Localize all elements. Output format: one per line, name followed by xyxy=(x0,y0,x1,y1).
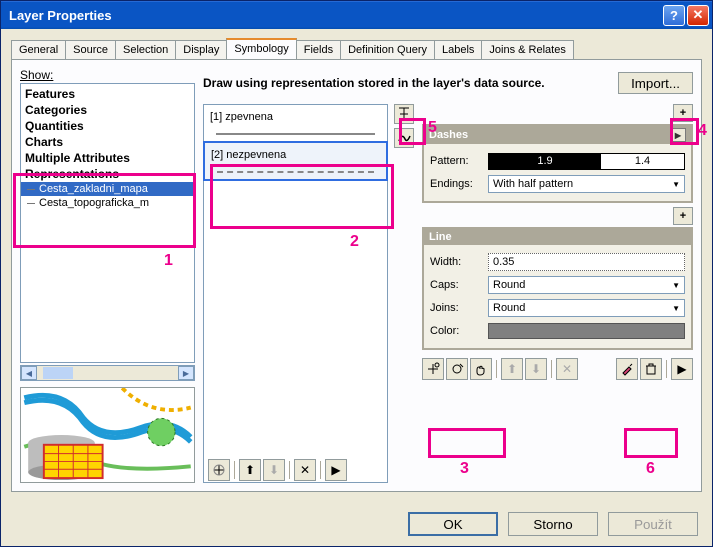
callout-6: 6 xyxy=(646,460,655,478)
joins-select[interactable]: Round xyxy=(488,299,685,317)
next-icon[interactable]: ▶ xyxy=(671,358,693,380)
rule-id-0: [1] xyxy=(210,111,222,123)
width-input[interactable]: 0.35 xyxy=(488,253,685,271)
caps-value: Round xyxy=(493,279,525,291)
right-area: Draw using representation stored in the … xyxy=(203,68,693,483)
add-effect-icon[interactable] xyxy=(422,358,444,380)
preview-thumbnail xyxy=(20,387,195,483)
tab-panel: Show: Features Categories Quantities Cha… xyxy=(11,59,702,492)
show-label: Show: xyxy=(20,68,195,82)
trash-icon[interactable] xyxy=(640,358,662,380)
show-scrollbar[interactable]: ◀ ▶ xyxy=(20,365,195,381)
rule-item-1[interactable]: [2] nezpevnena xyxy=(203,141,388,181)
properties-pane: + Dashes ▶ Pattern: xyxy=(422,104,693,483)
rule-next-icon[interactable]: ▶ xyxy=(325,459,347,481)
show-column: Show: Features Categories Quantities Cha… xyxy=(20,68,195,483)
marker-tool-icon[interactable] xyxy=(394,128,414,148)
content-area: General Source Selection Display Symbolo… xyxy=(1,29,712,502)
tab-selection[interactable]: Selection xyxy=(115,40,176,59)
delete-icon[interactable]: ✕ xyxy=(556,358,578,380)
rule-up-icon[interactable]: ⬆ xyxy=(239,459,261,481)
rule-item-0[interactable]: [1] zpevnena xyxy=(204,105,387,142)
ok-button[interactable]: OK xyxy=(408,512,498,536)
tab-general[interactable]: General xyxy=(11,40,66,59)
show-cat-charts[interactable]: Charts xyxy=(21,134,194,150)
rule-down-icon[interactable]: ⬇ xyxy=(263,459,285,481)
rules-toolbar: ⬆ ⬇ ✕ ▶ xyxy=(208,457,398,483)
rule-delete-icon[interactable]: ✕ xyxy=(294,459,316,481)
joins-value: Round xyxy=(493,302,525,314)
endings-select[interactable]: With half pattern xyxy=(488,175,685,193)
dashes-collapse-icon[interactable]: ▶ xyxy=(670,128,686,142)
stroke-tool-icon[interactable] xyxy=(394,104,414,124)
pattern-label: Pattern: xyxy=(430,155,482,167)
joins-label: Joins: xyxy=(430,302,482,314)
tab-labels[interactable]: Labels xyxy=(434,40,482,59)
pattern-light[interactable]: 1.4 xyxy=(601,154,684,169)
move-up-icon[interactable]: ⬆ xyxy=(501,358,523,380)
add-line-button[interactable]: + xyxy=(673,207,693,225)
rule-preview-0 xyxy=(216,133,375,135)
dialog-buttons: OK Storno Použít xyxy=(1,502,712,546)
add-shape-icon[interactable] xyxy=(446,358,468,380)
pattern-input[interactable]: 1.9 1.4 xyxy=(488,153,685,170)
window-title: Layer Properties xyxy=(9,8,661,23)
show-cat-quantities[interactable]: Quantities xyxy=(21,118,194,134)
close-button[interactable]: ✕ xyxy=(687,5,709,26)
help-button[interactable]: ? xyxy=(663,5,685,26)
rule-name-1: nezpevnena xyxy=(226,149,286,161)
show-cat-representations[interactable]: Representations xyxy=(21,166,194,182)
tab-source[interactable]: Source xyxy=(65,40,116,59)
scroll-thumb[interactable] xyxy=(43,367,73,379)
new-rule-icon[interactable] xyxy=(208,459,230,481)
color-swatch[interactable] xyxy=(488,323,685,339)
apply-button[interactable]: Použít xyxy=(608,512,698,536)
rule-id-1: [2] xyxy=(211,149,223,161)
callout-2: 2 xyxy=(350,233,359,251)
scroll-right-icon[interactable]: ▶ xyxy=(178,366,194,380)
callout-1: 1 xyxy=(164,252,173,270)
callout-3: 3 xyxy=(460,460,469,478)
endings-value: With half pattern xyxy=(493,178,573,190)
import-button[interactable]: Import... xyxy=(618,72,693,94)
move-down-icon[interactable]: ⬇ xyxy=(525,358,547,380)
show-cat-categories[interactable]: Categories xyxy=(21,102,194,118)
hand-icon[interactable] xyxy=(470,358,492,380)
rules-list[interactable]: [1] zpevnena [2] nezpevnena xyxy=(203,104,388,483)
dashes-group: Dashes ▶ Pattern: 1.9 1.4 xyxy=(422,124,693,203)
width-label: Width: xyxy=(430,256,482,268)
show-list[interactable]: Features Categories Quantities Charts Mu… xyxy=(20,83,195,363)
title-bar[interactable]: Layer Properties ? ✕ xyxy=(1,1,712,29)
brush-icon[interactable] xyxy=(616,358,638,380)
window-frame: Layer Properties ? ✕ General Source Sele… xyxy=(0,0,713,547)
line-group: Line Width: 0.35 Caps: Round xyxy=(422,227,693,350)
add-layer-button[interactable]: + xyxy=(673,104,693,122)
tab-definition-query[interactable]: Definition Query xyxy=(340,40,435,59)
layer-type-tools xyxy=(394,104,416,483)
rep-item-0[interactable]: Cesta_zakladni_mapa xyxy=(21,182,194,196)
tab-joins-relates[interactable]: Joins & Relates xyxy=(481,40,573,59)
cancel-button[interactable]: Storno xyxy=(508,512,598,536)
endings-label: Endings: xyxy=(430,178,482,190)
show-cat-multiattr[interactable]: Multiple Attributes xyxy=(21,150,194,166)
callout-4: 4 xyxy=(698,122,707,140)
tab-symbology[interactable]: Symbology xyxy=(226,38,296,59)
show-cat-features[interactable]: Features xyxy=(21,86,194,102)
rule-name-0: zpevnena xyxy=(225,111,273,123)
callout-5: 5 xyxy=(428,119,437,137)
rep-item-1[interactable]: Cesta_topograficka_m xyxy=(21,196,194,210)
width-value: 0.35 xyxy=(493,256,514,268)
tab-display[interactable]: Display xyxy=(175,40,227,59)
pattern-dark[interactable]: 1.9 xyxy=(489,154,601,169)
color-label: Color: xyxy=(430,325,482,337)
effects-toolbar: ⬆ ⬇ ✕ ▶ xyxy=(422,356,693,382)
line-title: Line xyxy=(429,231,452,243)
caps-select[interactable]: Round xyxy=(488,276,685,294)
tab-strip: General Source Selection Display Symbolo… xyxy=(11,37,702,59)
caps-label: Caps: xyxy=(430,279,482,291)
description-label: Draw using representation stored in the … xyxy=(203,76,610,90)
rule-preview-1 xyxy=(217,171,374,173)
tab-fields[interactable]: Fields xyxy=(296,40,341,59)
scroll-left-icon[interactable]: ◀ xyxy=(21,366,37,380)
